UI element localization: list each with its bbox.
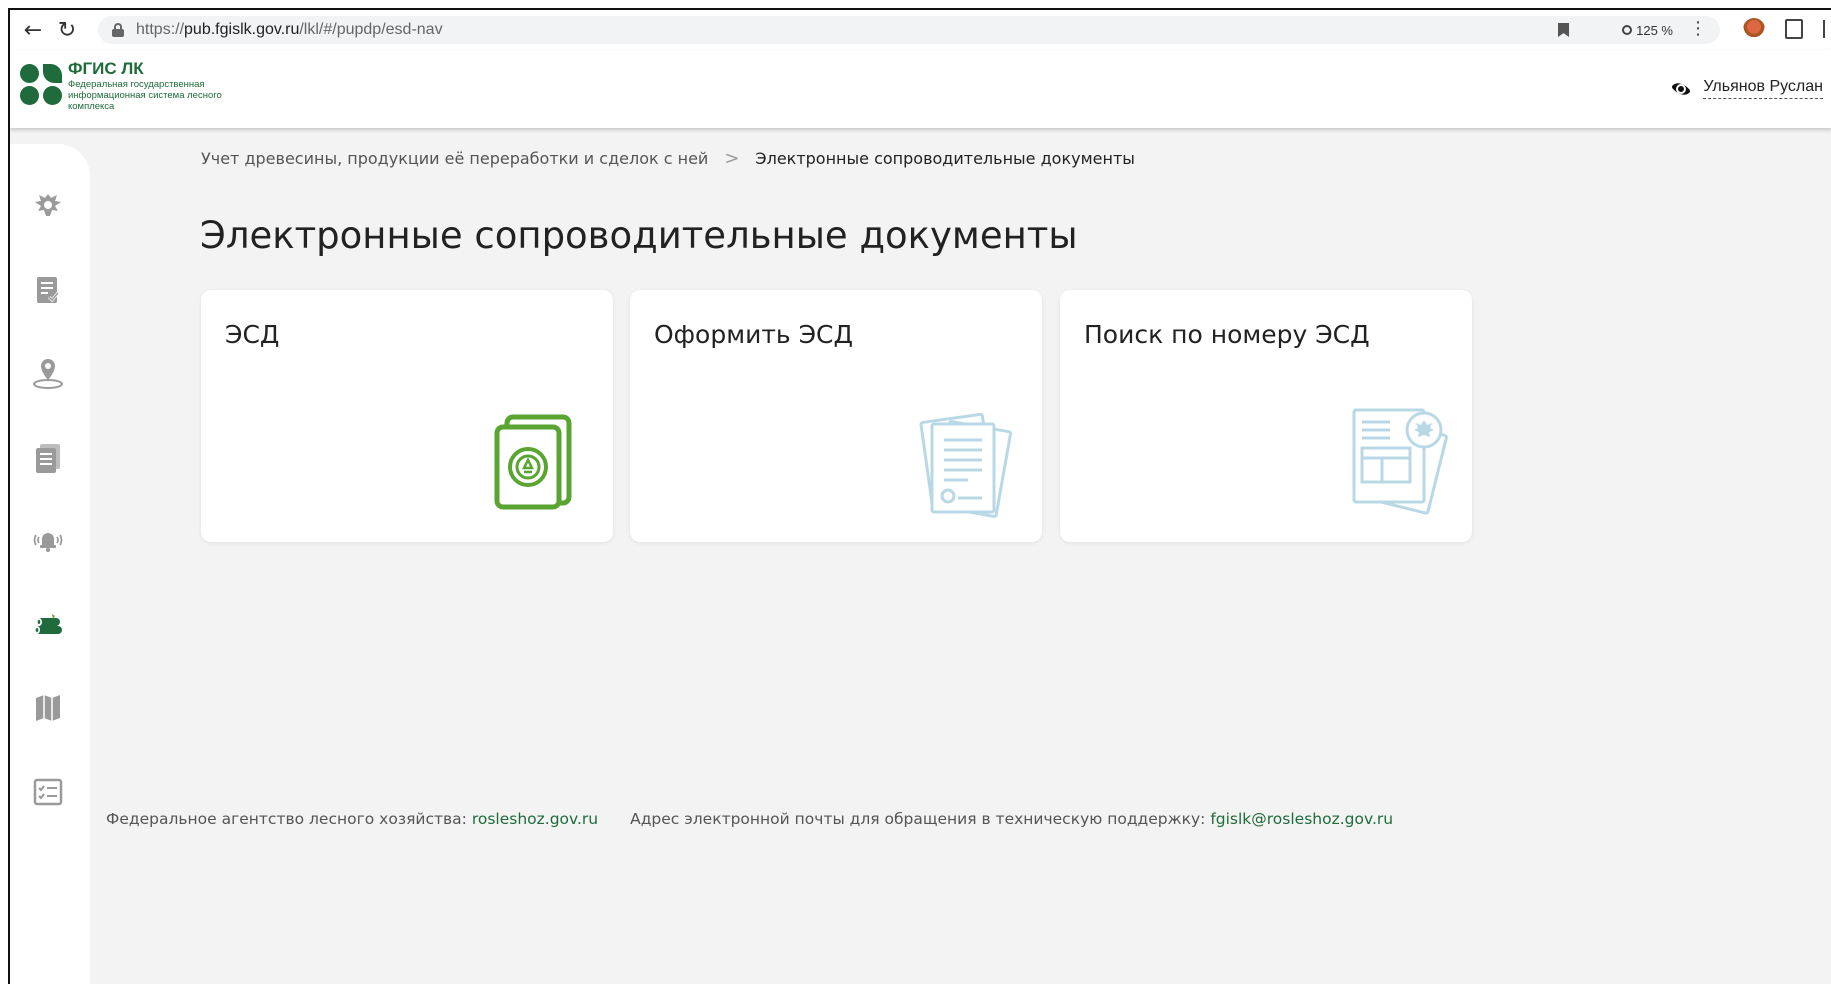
sidebar [10,144,90,984]
fgis-logo[interactable] [20,62,64,106]
card-title: ЭСД [225,320,280,349]
esd-certificate-icon [494,414,572,510]
sidebar-item-checklist[interactable] [28,772,68,812]
footer-support: Адрес электронной почты для обращения в … [630,810,1393,828]
collections-icon[interactable] [1785,19,1803,39]
checklist-icon [33,778,63,806]
brand-title[interactable]: ФГИС ЛК [68,59,144,79]
brand-subtitle: Федеральная государственная информационн… [68,79,222,112]
card-title: Оформить ЭСД [654,320,854,349]
card-search-esd[interactable]: Поиск по номеру ЭСД [1060,290,1472,542]
card-esd[interactable]: ЭСД [201,290,613,542]
breadcrumb-current: Электронные сопроводительные документы [755,149,1135,168]
user-name[interactable]: Ульянов Руслан [1703,78,1823,99]
support-email-link[interactable]: fgislk@rosleshoz.gov.ru [1210,810,1393,828]
page-menu-icon[interactable]: ⋮ [1689,18,1707,39]
location-pin-icon [33,359,63,389]
breadcrumb-separator: > [724,148,740,169]
browser-window: ← ↻ https://pub.fgislk.gov.ru/lkl/#/pupd… [8,8,1831,984]
footer-agency: Федеральное агентство лесного хозяйства:… [106,810,598,828]
zoom-indicator[interactable]: 125 % [1612,18,1683,42]
address-bar[interactable]: https://pub.fgislk.gov.ru/lkl/#/pupdp/es… [98,16,1720,44]
app-header: ФГИС ЛК Федеральная государственная инфо… [10,50,1831,128]
eye-icon[interactable] [1669,78,1693,99]
agency-link[interactable]: rosleshoz.gov.ru [472,810,598,828]
document-check-icon [37,277,60,303]
back-arrow-icon[interactable]: ← [16,13,50,47]
document-emblem-icon [1352,408,1448,515]
page-title: Электронные сопроводительные документы [200,214,1078,257]
sidebar-item-location[interactable] [28,354,68,394]
main-area: Учет древесины, продукции её переработки… [10,128,1831,984]
url-text: https://pub.fgislk.gov.ru/lkl/#/pupdp/es… [136,21,443,38]
user-menu[interactable]: Ульянов Руслан [1669,78,1823,99]
sidebar-item-documents[interactable] [28,438,68,478]
sidebar-item-map[interactable] [28,688,68,728]
extension-icon[interactable] [1743,18,1765,40]
browser-toolbar: ← ↻ https://pub.fgislk.gov.ru/lkl/#/pupd… [10,10,1831,50]
footer-agency-label: Федеральное агентство лесного хозяйства: [106,810,467,828]
map-icon [36,695,60,721]
download-icon[interactable] [1823,20,1831,38]
reload-icon[interactable]: ↻ [50,13,84,47]
lock-icon [112,23,124,37]
zoom-icon [1622,25,1633,35]
timber-logs-icon [34,614,62,634]
card-create-esd[interactable]: Оформить ЭСД [630,290,1042,542]
document-pages-icon [919,412,1013,518]
breadcrumb: Учет древесины, продукции её переработки… [201,148,1135,169]
breadcrumb-parent[interactable]: Учет древесины, продукции её переработки… [201,149,708,168]
footer-support-label: Адрес электронной почты для обращения в … [630,810,1206,828]
sidebar-item-notifications[interactable] [28,520,68,560]
sidebar-item-emblem[interactable] [28,186,68,226]
sidebar-item-document-check[interactable] [28,270,68,310]
card-title: Поиск по номеру ЭСД [1084,320,1370,349]
sidebar-item-timber[interactable] [28,606,68,646]
documents-stack-icon [36,444,60,473]
footer: Федеральное агентство лесного хозяйства:… [106,810,1393,828]
emblem-icon [35,194,61,216]
bell-alert-icon [33,533,63,552]
